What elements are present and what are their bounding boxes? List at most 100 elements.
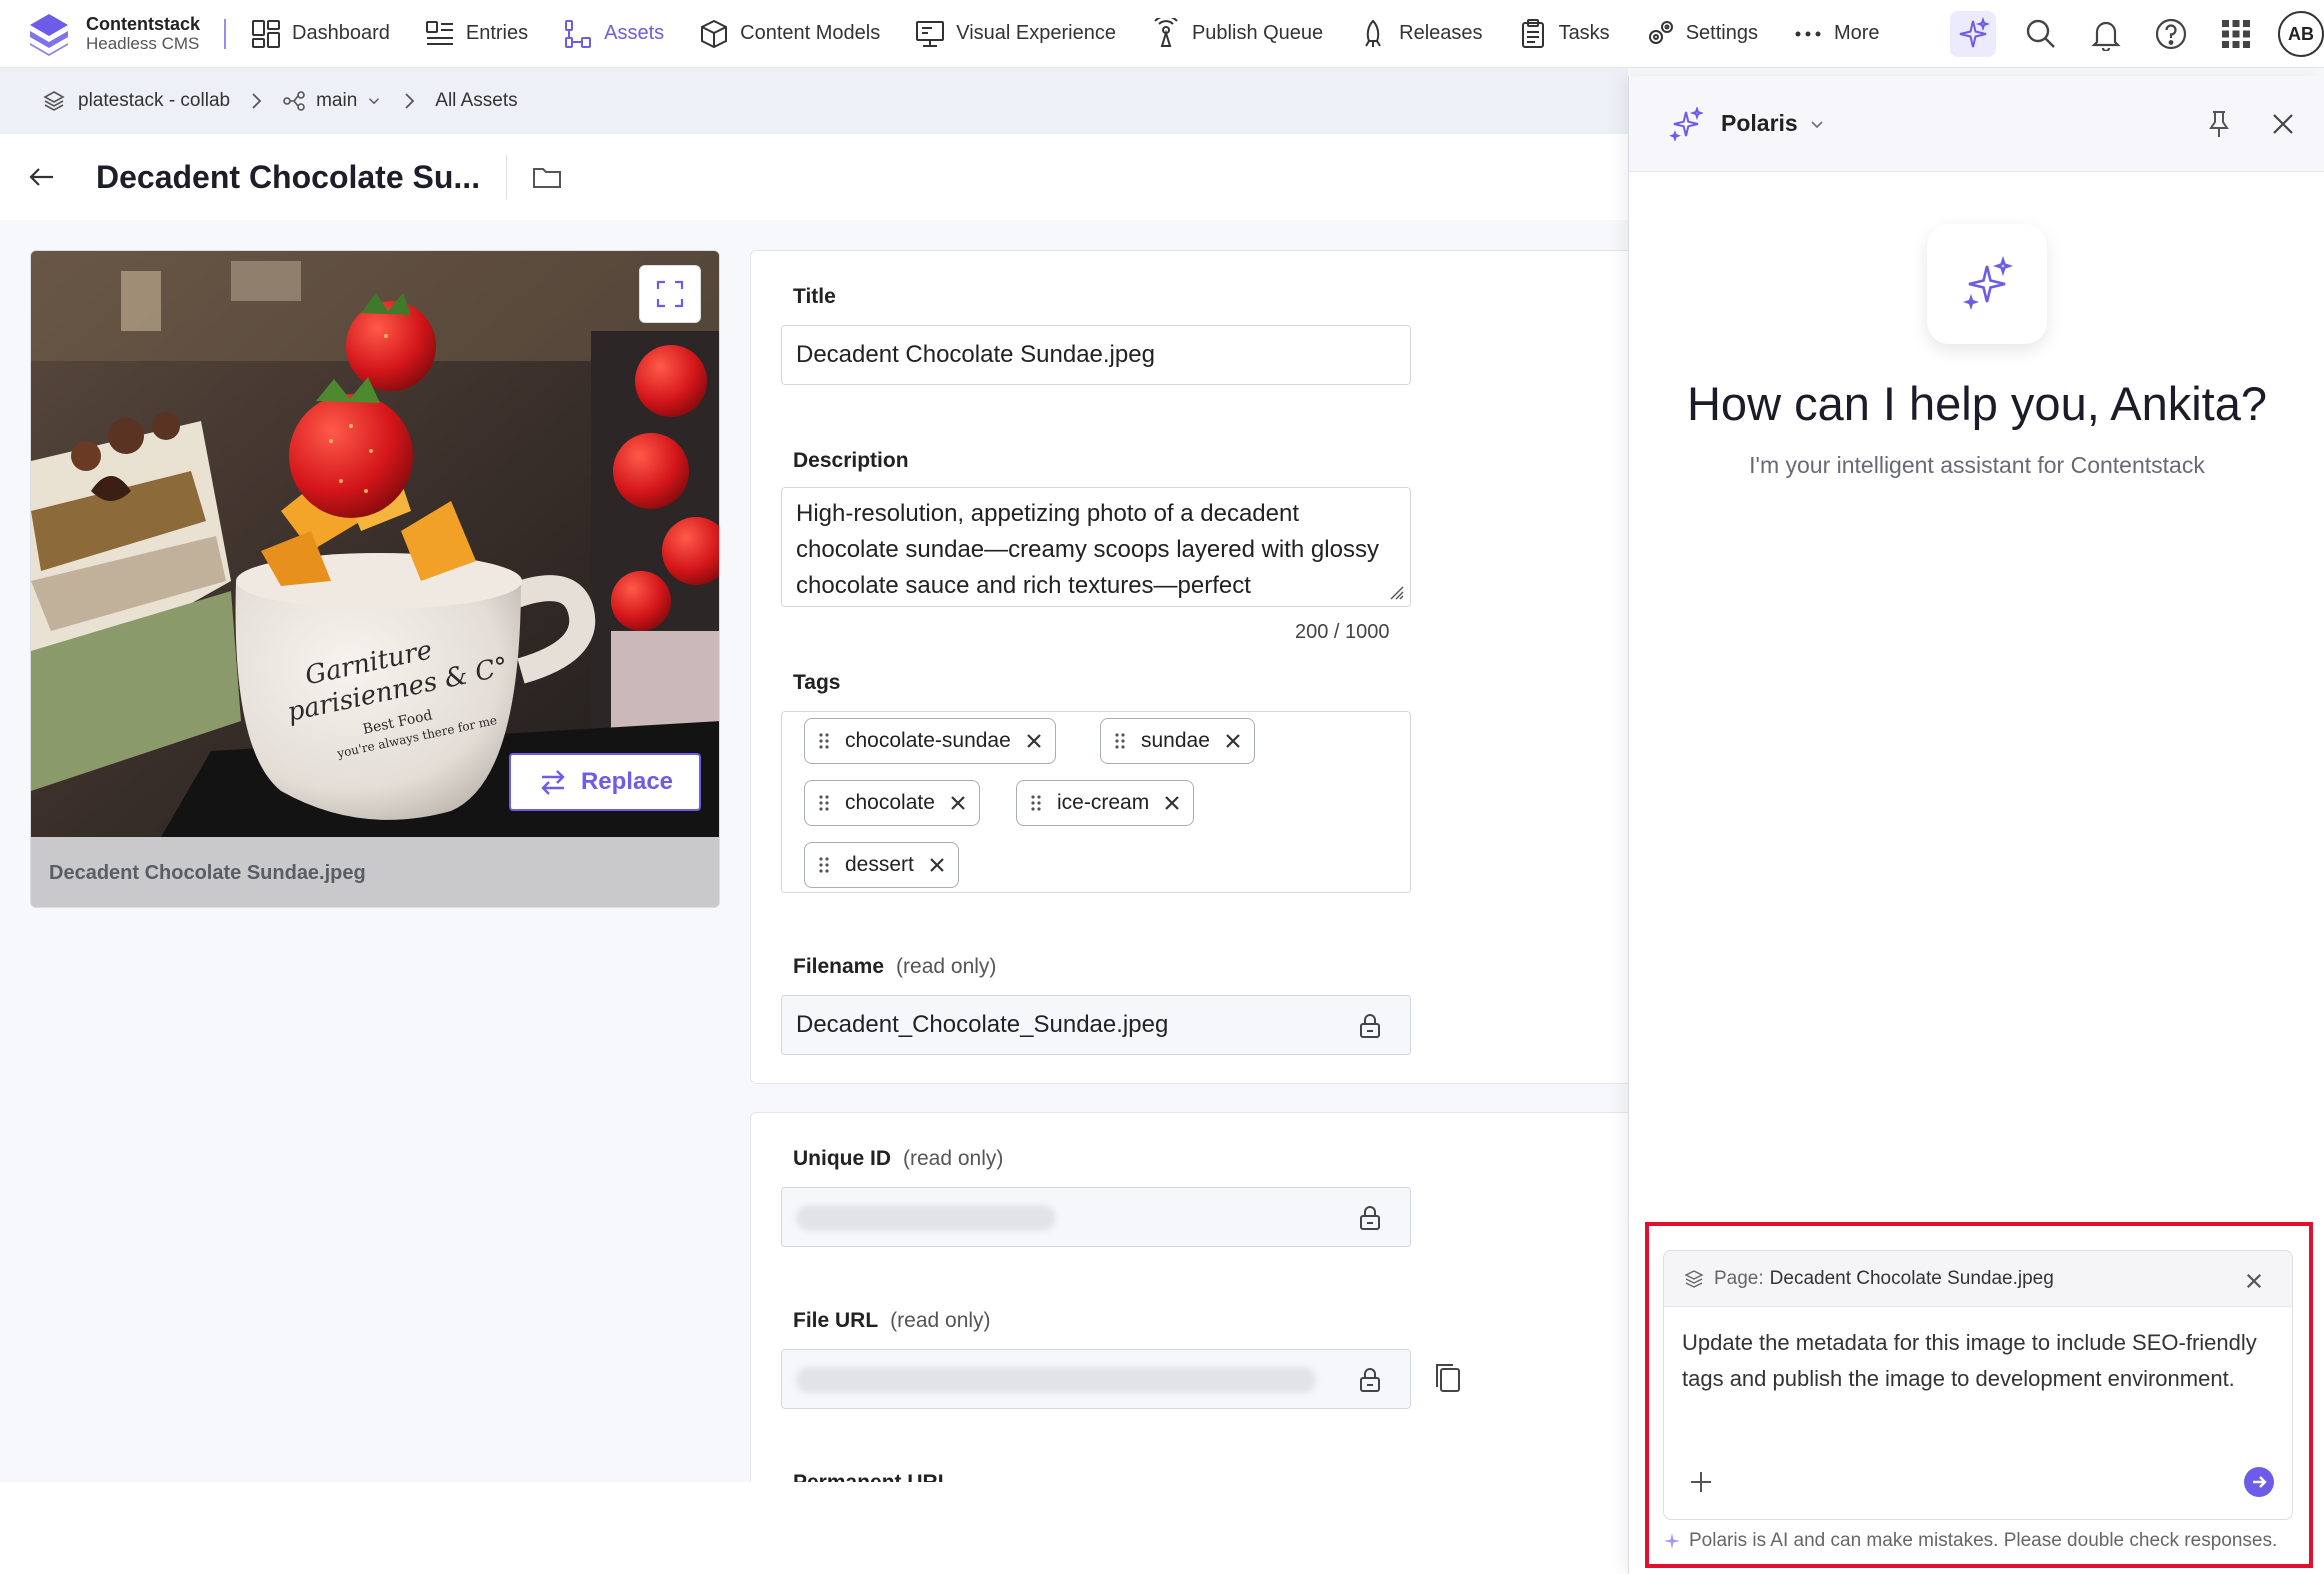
grid-icon: [2222, 20, 2250, 48]
search-icon: [2026, 19, 2055, 48]
close-icon[interactable]: [2244, 1271, 2264, 1291]
remove-tag-icon[interactable]: [1163, 794, 1181, 812]
drag-handle-icon[interactable]: [817, 731, 831, 751]
replace-button[interactable]: Replace: [509, 753, 701, 811]
brand-sub: Headless CMS: [86, 33, 200, 53]
context-page-name: Decadent Chocolate Sundae.jpeg: [1769, 1267, 2054, 1289]
chevron-right-icon: [244, 89, 268, 113]
polaris-composer[interactable]: Page: Decadent Chocolate Sundae.jpeg Upd…: [1663, 1250, 2293, 1520]
top-nav: Contentstack Headless CMS Dashboard Entr…: [0, 0, 2324, 68]
nav-publish-queue[interactable]: Publish Queue: [1150, 0, 1323, 68]
nav-entries[interactable]: Entries: [424, 0, 528, 68]
sparkle-icon: [1664, 1533, 1680, 1549]
drag-handle-icon[interactable]: [817, 855, 831, 875]
arrow-right-icon: [2253, 1476, 2267, 1488]
nav-content-models[interactable]: Content Models: [698, 0, 880, 68]
asset-preview-card: Garniture parisiennes & C° Best Food you…: [30, 250, 720, 908]
polaris-header: Polaris: [1629, 76, 2324, 172]
breadcrumb-all-assets[interactable]: All Assets: [435, 90, 517, 112]
help-button[interactable]: [2151, 14, 2191, 54]
prompt-input[interactable]: Update the metadata for this image to in…: [1682, 1325, 2272, 1397]
polaris-greeting: How can I help you, Ankita?: [1686, 377, 2268, 430]
drag-handle-icon[interactable]: [1029, 793, 1043, 813]
drag-handle-icon[interactable]: [1113, 731, 1127, 751]
remove-tag-icon[interactable]: [1224, 732, 1242, 750]
brand[interactable]: Contentstack Headless CMS: [26, 0, 200, 68]
page-header: Decadent Chocolate Su...: [0, 134, 1628, 220]
remove-tag-icon[interactable]: [1025, 732, 1043, 750]
tag-chip[interactable]: chocolate: [804, 780, 980, 826]
expand-icon: [656, 280, 684, 308]
title-field[interactable]: Decadent Chocolate Sundae.jpeg: [781, 325, 1411, 385]
unique-id-label: Unique ID (read only): [793, 1147, 1003, 1171]
remove-tag-icon[interactable]: [949, 794, 967, 812]
nav-content-models-label: Content Models: [740, 22, 881, 44]
description-value: High-resolution, appetizing photo of a d…: [796, 500, 1379, 599]
folder-icon: [533, 168, 562, 188]
nav-visual-experience[interactable]: Visual Experience: [914, 0, 1116, 68]
back-button[interactable]: [22, 157, 62, 197]
gears-icon: [1648, 20, 1673, 44]
nav-releases[interactable]: Releases: [1357, 0, 1483, 68]
breadcrumb-stack[interactable]: platestack - collab: [42, 89, 230, 113]
notifications-button[interactable]: [2086, 14, 2126, 54]
cube-icon: [701, 19, 728, 48]
assets-icon: [565, 19, 592, 48]
nav-dashboard[interactable]: Dashboard: [250, 0, 390, 68]
resize-grip-icon[interactable]: [1388, 584, 1404, 600]
avatar[interactable]: AB: [2278, 11, 2324, 57]
expand-preview-button[interactable]: [639, 265, 701, 323]
redacted-value: [796, 1367, 1316, 1393]
polaris-hero-icon: [1927, 224, 2047, 344]
rocket-icon: [1365, 19, 1382, 47]
bell-icon: [2091, 21, 2121, 51]
plus-icon[interactable]: [1686, 1467, 1716, 1497]
context-prefix: Page:: [1714, 1267, 1764, 1289]
filename-field: Decadent_Chocolate_Sundae.jpeg: [781, 995, 1411, 1055]
tag-chip[interactable]: dessert: [804, 842, 959, 888]
remove-tag-icon[interactable]: [928, 856, 946, 874]
nav-assets-label: Assets: [604, 22, 665, 44]
tag-label: sundae: [1141, 729, 1210, 752]
apps-button[interactable]: [2216, 14, 2256, 54]
tag-chip[interactable]: sundae: [1100, 718, 1255, 764]
tag-chip[interactable]: chocolate-sundae: [804, 718, 1056, 764]
sparkle-icon: [1669, 106, 1703, 141]
stack-layers-icon: [43, 91, 65, 111]
filename-value: Decadent_Chocolate_Sundae.jpeg: [796, 1011, 1169, 1038]
nav-more[interactable]: More: [1792, 0, 1880, 68]
nav-dashboard-label: Dashboard: [292, 22, 390, 44]
sparkle-icon: [1959, 17, 1990, 48]
clipboard-icon: [1521, 18, 1544, 48]
polaris-title[interactable]: Polaris: [1721, 110, 1798, 137]
move-to-folder-button[interactable]: [527, 157, 567, 197]
tag-chip[interactable]: ice-cream: [1016, 780, 1195, 826]
polaris-subtitle: I'm your intelligent assistant for Conte…: [1749, 452, 2205, 478]
description-label: Description: [793, 449, 909, 472]
search-button[interactable]: [2021, 14, 2061, 54]
read-only-note: (read only): [890, 1309, 991, 1332]
send-button[interactable]: [2244, 1467, 2274, 1497]
asset-system-fields: Unique ID (read only) File URL (read only)…: [750, 1112, 1630, 1532]
breadcrumb-branch[interactable]: main: [282, 89, 383, 113]
close-icon[interactable]: [2267, 108, 2299, 140]
nav-publish-queue-label: Publish Queue: [1191, 22, 1324, 44]
chevron-down-icon[interactable]: [1808, 115, 1826, 133]
pin-icon[interactable]: [2203, 108, 2235, 140]
polaris-toggle-button[interactable]: [1950, 11, 1996, 57]
lock-icon: [1360, 1368, 1380, 1392]
swap-icon: [541, 770, 565, 795]
context-chip: Page: Decadent Chocolate Sundae.jpeg: [1664, 1251, 2292, 1307]
drag-handle-icon[interactable]: [817, 793, 831, 813]
breadcrumb: platestack - collab main All Assets: [0, 68, 1628, 134]
breadcrumb-branch-label: main: [316, 90, 358, 111]
read-only-note: (read only): [903, 1147, 1004, 1170]
tags-field[interactable]: chocolate-sundae sundae chocolate ice-cr…: [781, 711, 1411, 893]
description-field[interactable]: High-resolution, appetizing photo of a d…: [781, 487, 1411, 607]
copy-icon[interactable]: [1431, 1361, 1467, 1397]
more-dots-icon: [1795, 31, 1821, 36]
asset-caption: Decadent Chocolate Sundae.jpeg: [31, 837, 719, 907]
nav-tasks[interactable]: Tasks: [1517, 0, 1610, 68]
nav-settings[interactable]: Settings: [1644, 0, 1758, 68]
nav-assets[interactable]: Assets: [562, 0, 664, 68]
